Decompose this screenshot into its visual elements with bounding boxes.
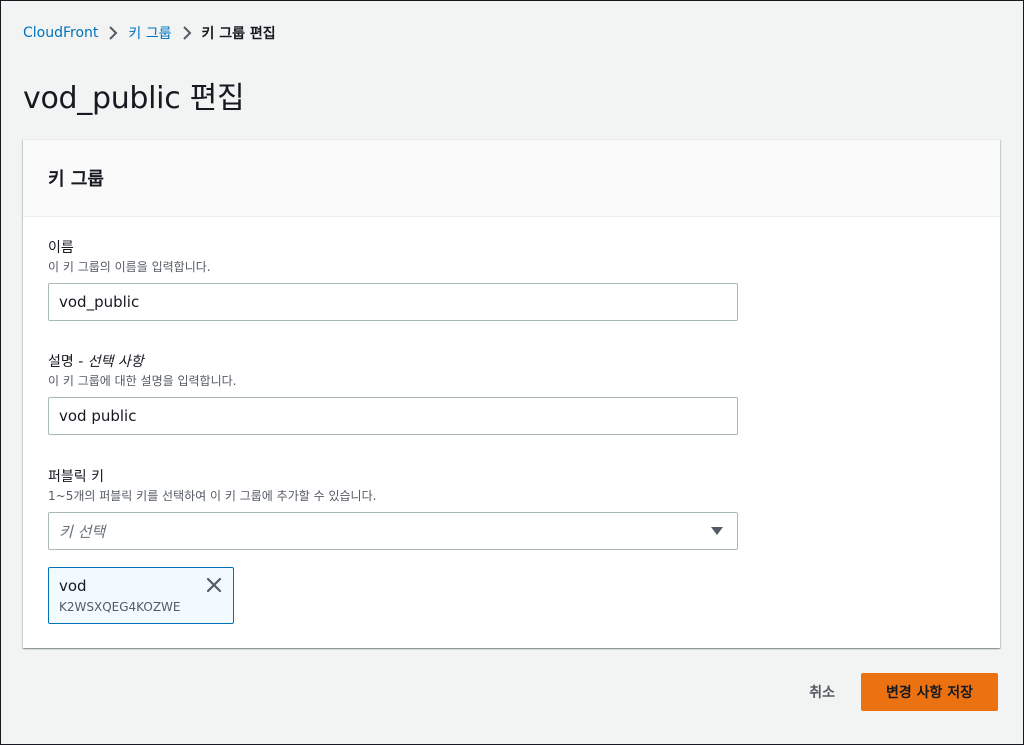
description-input-value: vod public: [59, 407, 137, 425]
description-label-text: 설명 -: [48, 354, 88, 370]
description-label: 설명 - 선택 사항: [48, 353, 738, 371]
chevron-right-icon: [108, 26, 118, 40]
name-description: 이 키 그룹의 이름을 입력합니다.: [48, 260, 211, 274]
breadcrumb: CloudFront 키 그룹 키 그룹 편집: [23, 21, 276, 45]
selected-key-token: vod K2WSXQEG4KOZWE: [48, 567, 234, 624]
description-input[interactable]: vod public: [48, 397, 738, 435]
name-label: 이름: [48, 240, 74, 256]
breadcrumb-current: 키 그룹 편집: [201, 26, 276, 42]
key-group-panel: 키 그룹 이름 이 키 그룹의 이름을 입력합니다. vod_public 설명…: [23, 139, 1000, 648]
description-label-optional: 선택 사항: [87, 354, 144, 370]
form-actions: 취소 변경 사항 저장: [791, 673, 998, 711]
public-key-select[interactable]: 키 선택: [48, 512, 738, 550]
name-input-value: vod_public: [59, 293, 140, 311]
breadcrumb-key-groups[interactable]: 키 그룹: [128, 23, 171, 43]
public-key-field: 퍼블릭 키 1~5개의 퍼블릭 키를 선택하여 이 키 그룹에 추가할 수 있습…: [48, 468, 738, 550]
public-key-description: 1~5개의 퍼블릭 키를 선택하여 이 키 그룹에 추가할 수 있습니다.: [48, 489, 377, 503]
cancel-button[interactable]: 취소: [791, 673, 853, 711]
name-field: 이름 이 키 그룹의 이름을 입력합니다. vod_public: [48, 239, 738, 321]
description-description: 이 키 그룹에 대한 설명을 입력합니다.: [48, 374, 237, 388]
name-input[interactable]: vod_public: [48, 283, 738, 321]
caret-down-icon: [711, 527, 723, 535]
description-field: 설명 - 선택 사항 이 키 그룹에 대한 설명을 입력합니다. vod pub…: [48, 353, 738, 435]
page-title: vod_public 편집: [23, 81, 245, 116]
token-key-name: vod: [59, 577, 87, 595]
public-key-label: 퍼블릭 키: [48, 469, 104, 485]
public-key-select-placeholder: 키 선택: [59, 522, 106, 541]
panel-header: 키 그룹: [23, 140, 1000, 217]
breadcrumb-cloudfront[interactable]: CloudFront: [23, 25, 98, 41]
chevron-right-icon: [182, 26, 192, 40]
save-changes-button[interactable]: 변경 사항 저장: [860, 673, 998, 711]
token-key-id: K2WSXQEG4KOZWE: [59, 600, 181, 614]
window-frame: CloudFront 키 그룹 키 그룹 편집 vod_public 편집 키 …: [0, 0, 1024, 745]
close-icon[interactable]: [203, 574, 225, 596]
panel-title: 키 그룹: [48, 169, 104, 190]
